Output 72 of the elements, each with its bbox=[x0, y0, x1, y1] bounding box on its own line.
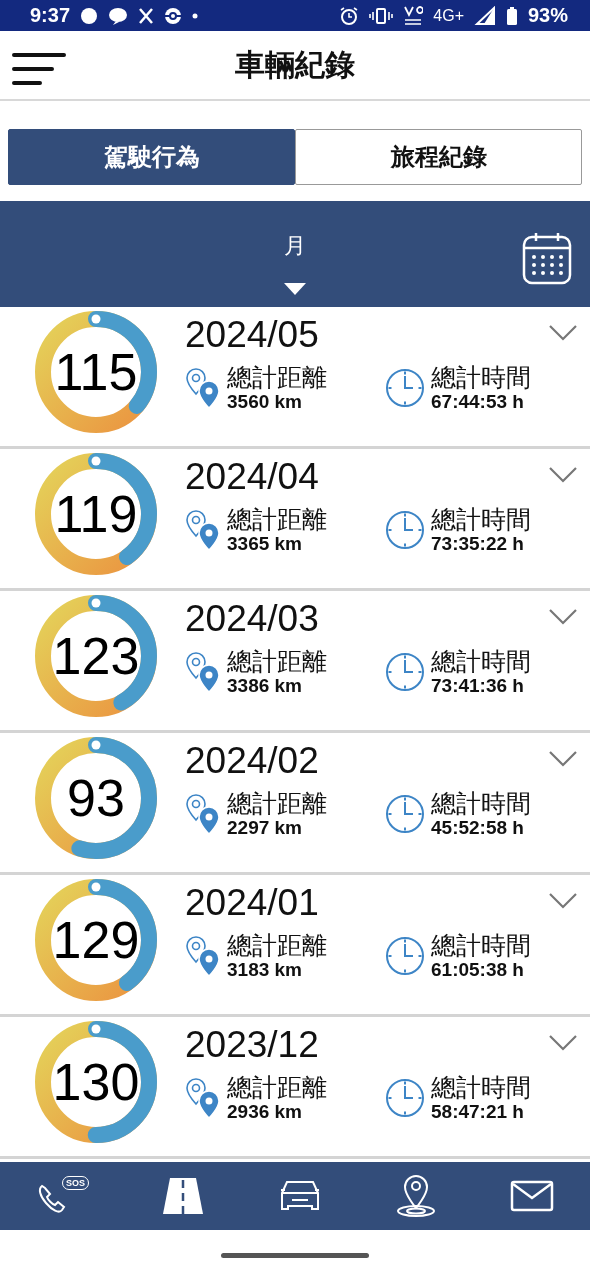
location-pins-icon bbox=[185, 793, 221, 836]
score-value: 130 bbox=[52, 1054, 140, 1111]
location-pins-icon bbox=[185, 509, 221, 552]
score-value: 129 bbox=[52, 912, 140, 969]
chat-bubble-icon bbox=[108, 5, 129, 26]
record-period: 2024/03 bbox=[185, 597, 319, 642]
x-icon bbox=[138, 7, 155, 24]
distance-label: 總計距離 bbox=[227, 505, 327, 534]
distance-value: 2936 km bbox=[227, 1101, 303, 1124]
time-value: 61:05:38 h bbox=[431, 959, 525, 982]
time-label: 總計時間 bbox=[431, 505, 531, 534]
location-pins-icon bbox=[185, 651, 221, 694]
status-time: 9:37 bbox=[30, 4, 71, 28]
distance-value: 3560 km bbox=[227, 391, 303, 414]
distance-value: 2297 km bbox=[227, 817, 303, 840]
road-button[interactable] bbox=[160, 1176, 205, 1217]
time-value: 73:41:36 h bbox=[431, 675, 525, 698]
record-period: 2024/02 bbox=[185, 739, 319, 784]
sos-call-button[interactable]: SOS bbox=[35, 1176, 89, 1217]
score-value: 119 bbox=[54, 486, 138, 543]
mail-button[interactable] bbox=[510, 1180, 555, 1213]
dropdown-triangle-icon bbox=[284, 283, 306, 296]
distance-value: 3365 km bbox=[227, 533, 303, 556]
record-period: 2024/05 bbox=[185, 313, 319, 358]
time-label: 總計時間 bbox=[431, 1073, 531, 1102]
clock-icon bbox=[385, 510, 425, 551]
network-type: 4G+ bbox=[433, 6, 464, 25]
score-value: 123 bbox=[52, 628, 140, 685]
tab[interactable]: 旅程紀錄 bbox=[295, 129, 582, 186]
score-value: 115 bbox=[54, 344, 138, 401]
calendar-button[interactable] bbox=[522, 231, 572, 286]
score-value: 93 bbox=[67, 770, 125, 827]
time-value: 67:44:53 h bbox=[431, 391, 525, 414]
distance-label: 總計距離 bbox=[227, 931, 327, 960]
location-pins-icon bbox=[185, 1077, 221, 1120]
location-pins-icon bbox=[185, 935, 221, 978]
clock-icon bbox=[385, 1078, 425, 1119]
battery-icon bbox=[505, 5, 518, 26]
ball-icon bbox=[164, 6, 183, 25]
record-period: 2023/12 bbox=[185, 1023, 319, 1068]
alarm-icon bbox=[339, 5, 360, 26]
time-value: 73:35:22 h bbox=[431, 533, 525, 556]
time-label: 總計時間 bbox=[431, 647, 531, 676]
clock-icon bbox=[385, 368, 425, 409]
clock-icon bbox=[385, 794, 425, 835]
distance-label: 總計距離 bbox=[227, 647, 327, 676]
period-selector[interactable]: 月 bbox=[274, 227, 316, 266]
menu-button[interactable] bbox=[12, 51, 66, 88]
time-value: 45:52:58 h bbox=[431, 817, 525, 840]
clock-icon bbox=[385, 652, 425, 693]
distance-value: 3386 km bbox=[227, 675, 303, 698]
record-period: 2024/01 bbox=[185, 881, 319, 926]
signal-icon bbox=[473, 5, 496, 26]
battery-percent: 93% bbox=[527, 4, 568, 28]
sos-label: SOS bbox=[61, 1176, 89, 1191]
time-value: 58:47:21 h bbox=[431, 1101, 525, 1124]
tab[interactable]: 駕駛行為 bbox=[8, 129, 295, 186]
volte-icon bbox=[403, 4, 424, 27]
distance-label: 總計距離 bbox=[227, 363, 327, 392]
clock-icon bbox=[385, 936, 425, 977]
time-label: 總計時間 bbox=[431, 931, 531, 960]
dot-icon bbox=[192, 12, 199, 19]
record-period: 2024/04 bbox=[185, 455, 319, 500]
location-pins-icon bbox=[185, 367, 221, 410]
circle-icon bbox=[80, 6, 99, 25]
distance-value: 3183 km bbox=[227, 959, 303, 982]
distance-label: 總計距離 bbox=[227, 1073, 327, 1102]
distance-label: 總計距離 bbox=[227, 789, 327, 818]
page-title: 車輛紀錄 bbox=[235, 46, 355, 83]
vibrate-icon bbox=[369, 6, 394, 25]
time-label: 總計時間 bbox=[431, 363, 531, 392]
time-label: 總計時間 bbox=[431, 789, 531, 818]
